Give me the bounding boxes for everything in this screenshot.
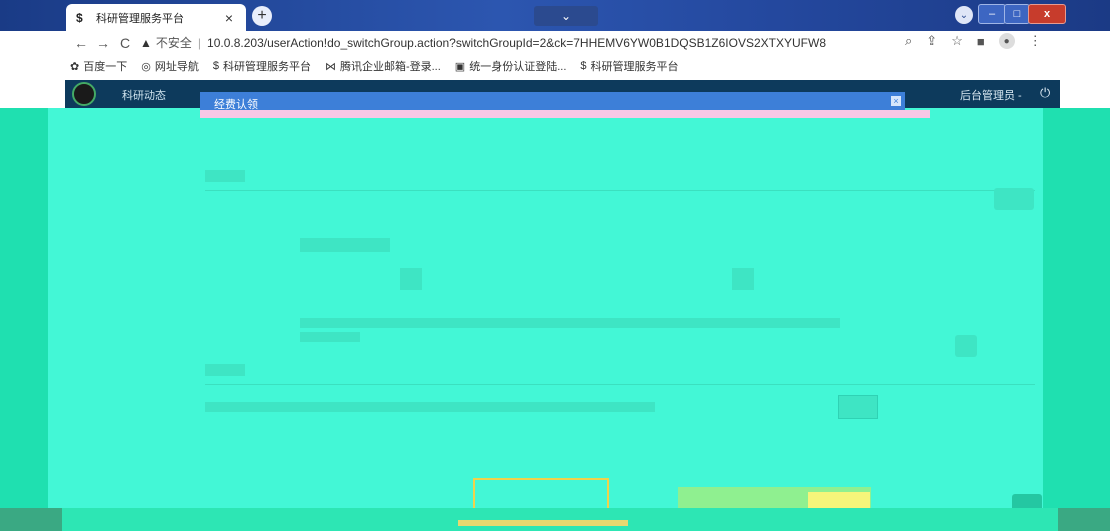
section-heading-block: [205, 170, 245, 182]
share-icon[interactable]: ⇪: [926, 33, 937, 49]
dialog-close-icon[interactable]: ×: [891, 96, 901, 106]
section-heading-block: [205, 364, 245, 376]
dialog-header: [200, 92, 905, 110]
bookmarks-bar: ✿ 百度一下 ◎ 网址导航 $ 科研管理服务平台 ⋈ 腾讯企业邮箱-登录... ▣ 统一身…: [70, 55, 1060, 77]
baidu-icon: ✿: [70, 60, 80, 73]
minimize-button[interactable]: –: [978, 4, 1006, 24]
thumb-icon: [732, 268, 754, 290]
action-button[interactable]: [994, 188, 1034, 210]
dialog-strip: [200, 110, 930, 118]
text-line: [300, 318, 840, 328]
tab-search-button[interactable]: ⌄: [534, 6, 598, 26]
bookmark-item[interactable]: ◎ 网址导航: [141, 58, 199, 74]
content-pane: [48, 108, 1043, 508]
bookmark-label: 科研管理服务平台: [590, 61, 679, 73]
bookmark-item[interactable]: ✿ 百度一下: [70, 58, 127, 74]
right-pane: [1043, 108, 1110, 508]
bookmark-label: 科研管理服务平台: [222, 61, 311, 73]
mail-icon: ⋈: [324, 60, 336, 73]
new-tab-button[interactable]: +: [252, 6, 272, 26]
bookmark-label: 网址导航: [154, 61, 199, 73]
url-text: 10.0.8.203/userAction!do_switchGroup.act…: [207, 35, 826, 50]
close-window-button[interactable]: x: [1028, 4, 1066, 24]
bookmark-label: 百度一下: [83, 61, 128, 73]
left-pane: [0, 108, 48, 508]
tab-close-icon[interactable]: ×: [222, 10, 236, 26]
forward-icon[interactable]: →: [92, 35, 114, 51]
address-separator: |: [197, 35, 202, 50]
admin-user-menu[interactable]: 后台管理员 -: [960, 87, 1022, 103]
bottom-yellow-bar: [458, 520, 628, 526]
edit-button[interactable]: [838, 395, 878, 419]
nav-item-news[interactable]: 科研动态: [122, 87, 166, 103]
back-icon[interactable]: ←: [70, 35, 92, 51]
site-icon: $: [580, 60, 587, 72]
bookmark-item[interactable]: ⋈ 腾讯企业邮箱-登录...: [325, 58, 441, 74]
bookmark-label: 统一身份认证登陆...: [469, 61, 567, 73]
menu-icon[interactable]: ⋮: [1029, 33, 1042, 49]
bottom-right-block: [1058, 508, 1110, 531]
sidepanel-icon[interactable]: ■: [977, 34, 985, 49]
text-block: [300, 238, 390, 252]
bookmark-item[interactable]: $ 科研管理服务平台: [213, 58, 311, 74]
site-favicon-icon: $: [76, 10, 83, 25]
bottom-left-block: [0, 508, 62, 531]
globe-icon: ◎: [141, 60, 151, 73]
maximize-button[interactable]: □: [1004, 4, 1030, 24]
reload-icon[interactable]: C: [114, 35, 136, 51]
zoom-icon[interactable]: ⌕: [905, 33, 912, 49]
profile-icon[interactable]: ●: [998, 33, 1015, 49]
id-auth-icon: ▣: [454, 60, 466, 73]
site-icon: $: [212, 60, 219, 72]
bookmark-label: 腾讯企业邮箱-登录...: [339, 61, 441, 73]
divider: [205, 190, 1035, 191]
thumb-icon: [400, 268, 422, 290]
tab-title: 科研管理服务平台: [96, 12, 184, 25]
text-line: [205, 402, 655, 412]
divider: [205, 384, 1035, 385]
bookmark-star-icon[interactable]: ☆: [951, 33, 963, 49]
browser-tab[interactable]: $ 科研管理服务平台 ×: [66, 4, 246, 31]
warning-icon: ▲: [140, 35, 152, 50]
app-logo: [72, 82, 96, 106]
side-icon[interactable]: [955, 335, 977, 357]
power-icon[interactable]: ⏻: [1040, 85, 1050, 101]
profile-menu-icon[interactable]: ⌄: [955, 6, 973, 24]
text-line: [300, 332, 360, 342]
insecure-label: 不安全: [155, 36, 192, 50]
toolbar-right: ⌕ ⇪ ☆ ■ ● ⋮: [905, 33, 1042, 49]
bookmark-item[interactable]: $ 科研管理服务平台: [580, 58, 678, 74]
bookmark-item[interactable]: ▣ 统一身份认证登陆...: [455, 58, 567, 74]
